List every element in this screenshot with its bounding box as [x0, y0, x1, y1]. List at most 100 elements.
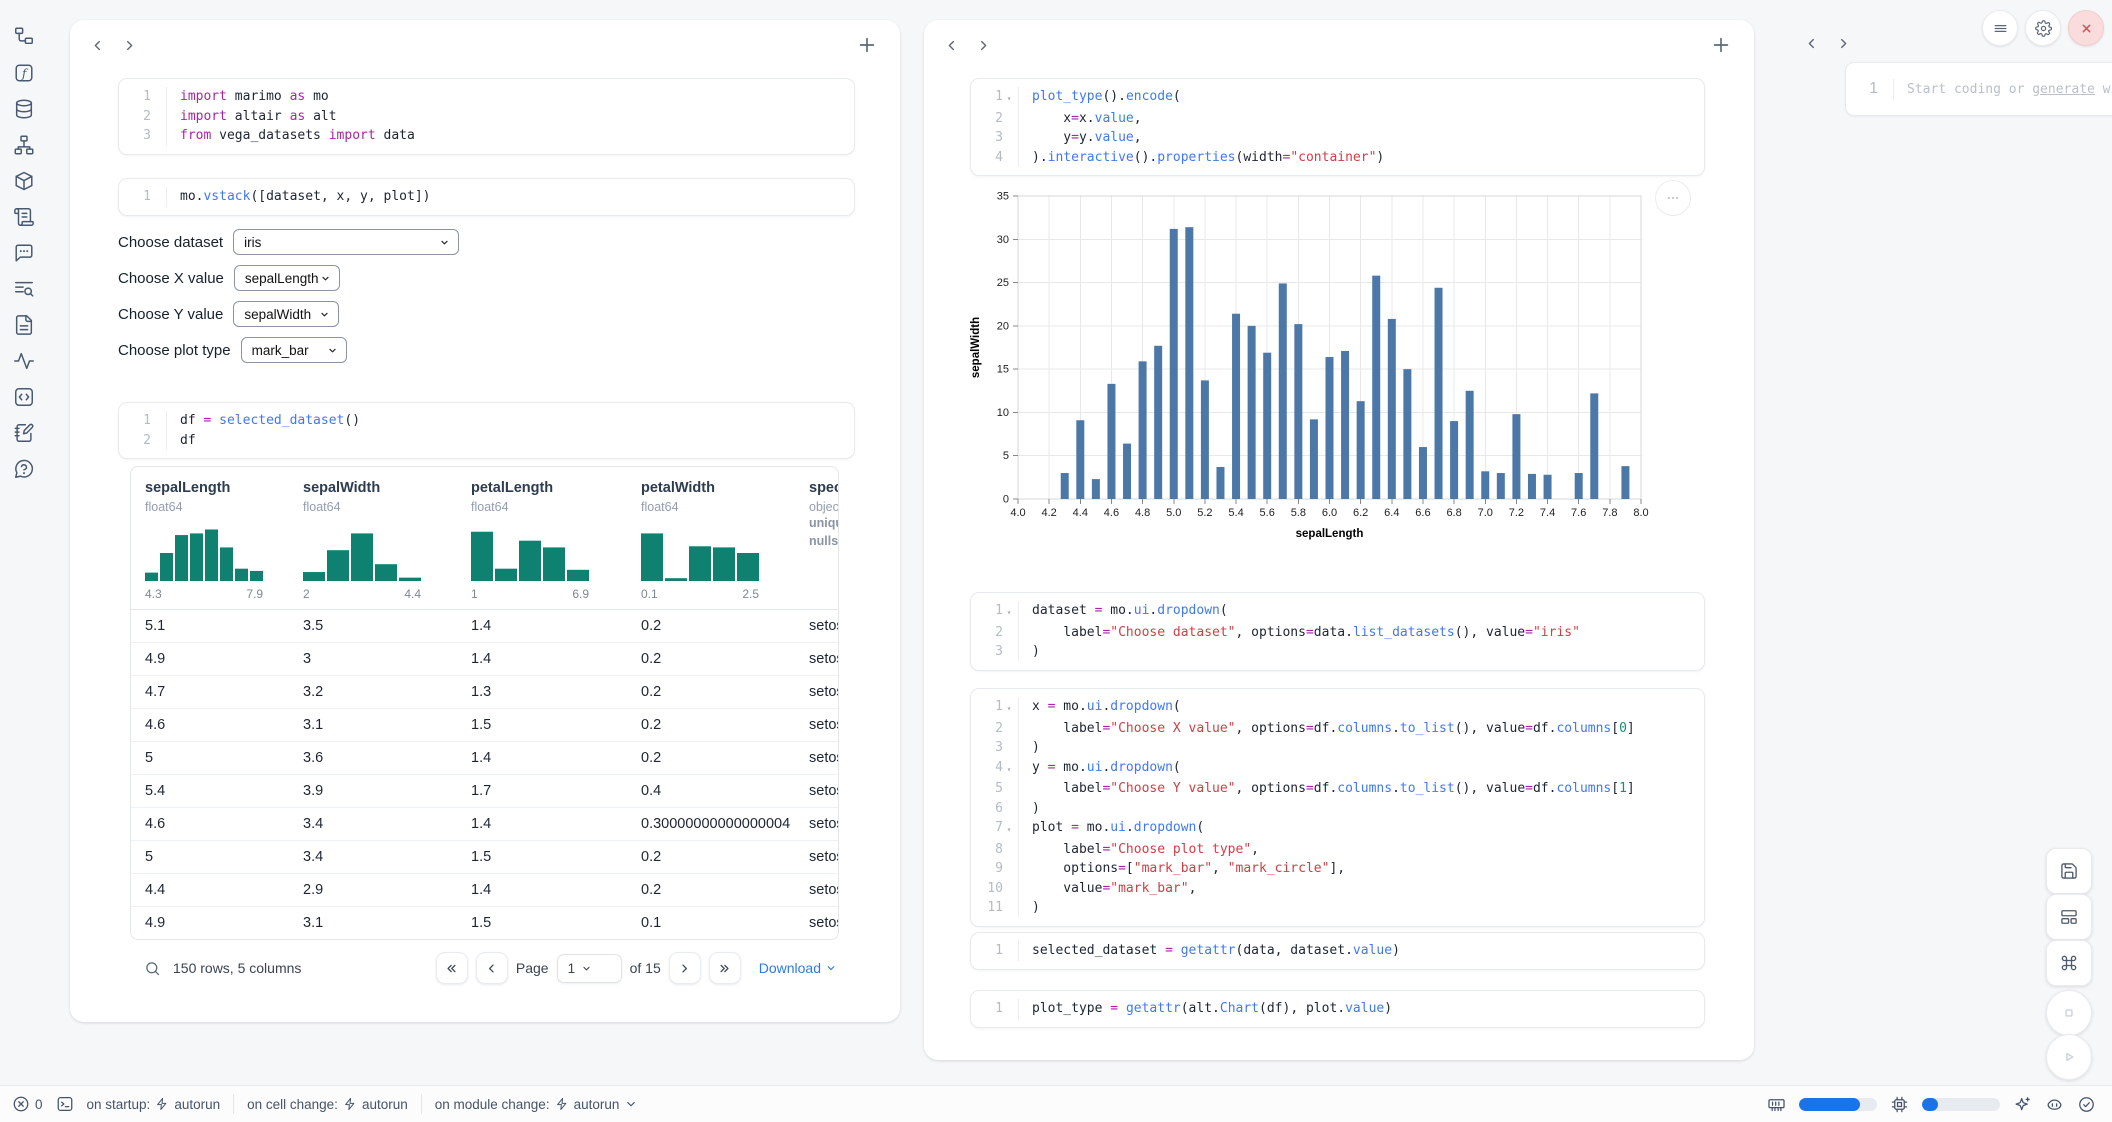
- next-page-button[interactable]: [669, 952, 701, 984]
- on-module-change-config[interactable]: on module change: autorun: [435, 1097, 639, 1112]
- code-cell-imports[interactable]: 1import marimo as mo2import altair as al…: [118, 78, 855, 155]
- code-line: 1selected_dataset = getattr(data, datase…: [971, 941, 1704, 961]
- table-row[interactable]: 4.42.91.40.2setosa: [131, 874, 839, 907]
- line-number: 1: [1869, 80, 1878, 98]
- ai-sparkles-button[interactable]: [2013, 1095, 2032, 1114]
- code-line: 2import altair as alt: [119, 107, 854, 127]
- column-header-sepalWidth[interactable]: sepalWidthfloat6424.4: [289, 467, 457, 610]
- y-value-select[interactable]: sepalWidth: [233, 301, 339, 327]
- code-cell-vstack[interactable]: 1mo.vstack([dataset, x, y, plot]): [118, 178, 855, 216]
- stop-button[interactable]: [2046, 990, 2092, 1036]
- fold-caret-icon[interactable]: ▾: [1003, 87, 1015, 109]
- memory-icon: [1767, 1095, 1786, 1114]
- table-row[interactable]: 53.41.50.2setosa: [131, 841, 839, 874]
- keyboard-shortcuts-button[interactable]: [2046, 940, 2092, 986]
- fold-caret-icon[interactable]: ▾: [1003, 601, 1015, 623]
- plot-type-control: Choose plot typemark_bar: [118, 336, 459, 364]
- packages-icon[interactable]: [13, 170, 35, 192]
- code-cell-selected-dataset[interactable]: 1selected_dataset = getattr(data, datase…: [970, 932, 1705, 970]
- error-count-badge[interactable]: 0: [12, 1095, 43, 1113]
- panel-nav: [84, 32, 142, 58]
- close-button[interactable]: [2068, 10, 2104, 46]
- table-cell: 3.4: [289, 808, 457, 841]
- column-header-petalWidth[interactable]: petalWidthfloat640.12.5: [627, 467, 795, 610]
- download-button[interactable]: Download: [759, 960, 837, 976]
- tracing-icon[interactable]: [13, 350, 35, 372]
- table-cell: 4.4: [131, 874, 289, 907]
- chevron-left-icon[interactable]: [84, 32, 110, 58]
- logs-icon[interactable]: [13, 206, 35, 228]
- search-icon[interactable]: [144, 960, 161, 977]
- scratchpad-icon[interactable]: [13, 422, 35, 444]
- divider: [421, 1094, 422, 1114]
- table-of-contents-icon[interactable]: [13, 278, 35, 300]
- add-cell-button[interactable]: [856, 34, 878, 56]
- table-cell: 2.9: [289, 874, 457, 907]
- datasources-icon[interactable]: [13, 98, 35, 120]
- table-row[interactable]: 4.63.41.40.30000000000000004setosa: [131, 808, 839, 841]
- prev-page-button[interactable]: [476, 952, 508, 984]
- dependency-graph-icon[interactable]: [13, 134, 35, 156]
- table-cell: setosa: [795, 643, 839, 676]
- on-cell-change-config[interactable]: on cell change: autorun: [247, 1097, 408, 1112]
- table-cell: 5.4: [131, 775, 289, 808]
- svg-text:sepalLength: sepalLength: [1296, 528, 1364, 540]
- snippets-icon[interactable]: [13, 314, 35, 336]
- chat-icon[interactable]: [13, 242, 35, 264]
- column-header-species[interactable]: speciesobjectunique:nulls:: [795, 467, 839, 610]
- table-row[interactable]: 4.73.21.30.2setosa: [131, 676, 839, 709]
- table-cell: 0.2: [627, 676, 795, 709]
- table-row[interactable]: 4.93.11.50.1setosa: [131, 907, 839, 940]
- layout-button[interactable]: [2046, 894, 2092, 940]
- code-cell-plot-type[interactable]: 1plot_type = getattr(alt.Chart(df), plot…: [970, 990, 1705, 1028]
- connection-status-icon[interactable]: [2077, 1095, 2096, 1114]
- function-icon[interactable]: f: [13, 62, 35, 84]
- code-cell-xy-plot-dropdowns[interactable]: 1▾x = mo.ui.dropdown(2 label="Choose X v…: [970, 688, 1705, 927]
- chevron-right-icon[interactable]: [970, 32, 996, 58]
- chart-actions-menu-icon[interactable]: [1655, 180, 1691, 216]
- dataset-select[interactable]: iris: [233, 229, 459, 255]
- table-row[interactable]: 5.43.91.70.4setosa: [131, 775, 839, 808]
- code-cell-plot-encode[interactable]: 1▾plot_type().encode(2 x=x.value,3 y=y.v…: [970, 78, 1705, 176]
- table-row[interactable]: 53.61.40.2setosa: [131, 742, 839, 775]
- menu-button[interactable]: [1982, 10, 2018, 46]
- chevron-right-icon[interactable]: [1830, 30, 1856, 56]
- page-select[interactable]: 1: [557, 954, 622, 983]
- table-cell: setosa: [795, 907, 839, 940]
- table-row[interactable]: 4.63.11.50.2setosa: [131, 709, 839, 742]
- fold-caret-icon[interactable]: ▾: [1003, 758, 1015, 780]
- fold-caret-icon[interactable]: ▾: [1003, 818, 1015, 840]
- table-cell: 4.6: [131, 709, 289, 742]
- column-header-sepalLength[interactable]: sepalLengthfloat644.37.9: [131, 467, 289, 610]
- fold-caret-icon[interactable]: ▾: [1003, 697, 1015, 719]
- add-cell-button[interactable]: [1710, 34, 1732, 56]
- x-value-select[interactable]: sepalLength: [234, 265, 340, 291]
- svg-text:6.4: 6.4: [1384, 507, 1399, 519]
- run-button[interactable]: [2046, 1034, 2092, 1080]
- first-page-button[interactable]: [436, 952, 468, 984]
- chevron-left-icon[interactable]: [938, 32, 964, 58]
- chevron-left-icon[interactable]: [1798, 30, 1824, 56]
- column-header-petalLength[interactable]: petalLengthfloat6416.9: [457, 467, 627, 610]
- code-cell-dataset-dropdown[interactable]: 1▾dataset = mo.ui.dropdown(2 label="Choo…: [970, 592, 1705, 671]
- table-cell: 3.5: [289, 610, 457, 643]
- table-row[interactable]: 4.931.40.2setosa: [131, 643, 839, 676]
- code-icon[interactable]: [13, 386, 35, 408]
- save-button[interactable]: [2046, 848, 2092, 894]
- column-histogram: [303, 523, 457, 581]
- settings-gear-button[interactable]: [2025, 10, 2061, 46]
- bar-chart[interactable]: 051015202530354.04.24.44.64.85.05.25.45.…: [968, 178, 1658, 556]
- code-cell-dataframe[interactable]: 1df = selected_dataset()2df: [118, 402, 855, 459]
- table-row[interactable]: 5.13.51.40.2setosa: [131, 610, 839, 643]
- scratchpad-cell-input[interactable]: 1 Start coding or generate with AI: [1845, 62, 2112, 116]
- generate-with-ai-link[interactable]: generate: [2032, 82, 2095, 97]
- file-explorer-icon[interactable]: [13, 26, 35, 48]
- terminal-button[interactable]: [56, 1095, 74, 1113]
- chevron-right-icon[interactable]: [116, 32, 142, 58]
- plot-type-select[interactable]: mark_bar: [241, 337, 347, 363]
- table-cell: 3.1: [289, 709, 457, 742]
- copilot-button[interactable]: [2045, 1095, 2064, 1114]
- last-page-button[interactable]: [709, 952, 741, 984]
- on-startup-config[interactable]: on startup: autorun: [87, 1097, 221, 1112]
- help-icon[interactable]: [13, 458, 35, 480]
